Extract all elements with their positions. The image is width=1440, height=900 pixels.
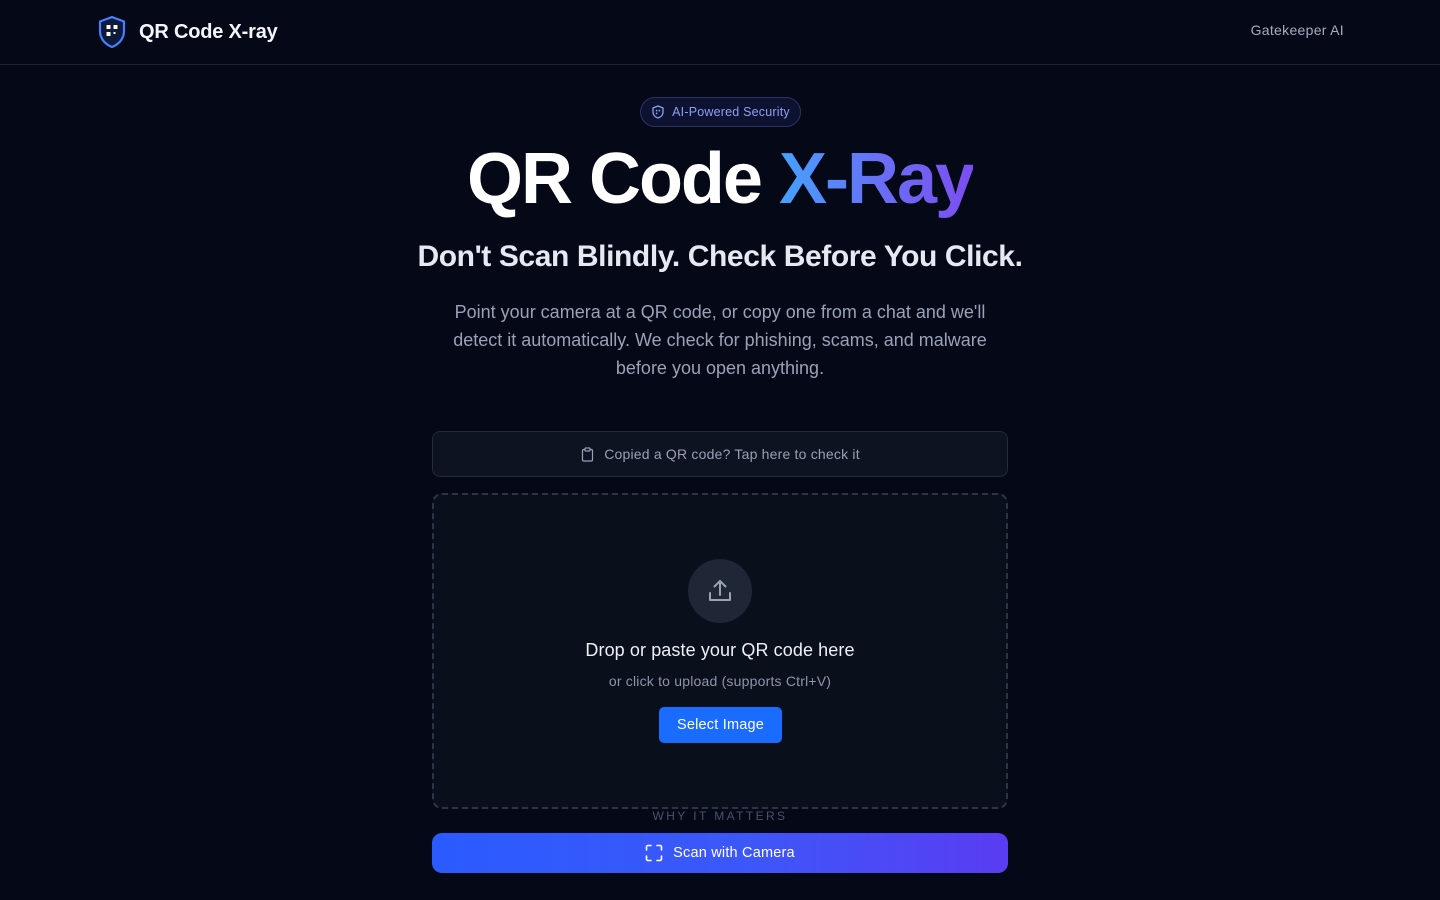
- scan-frame-icon: [645, 844, 663, 862]
- qr-dropzone[interactable]: Drop or paste your QR code here or click…: [432, 493, 1008, 809]
- dropzone-title: Drop or paste your QR code here: [585, 640, 855, 660]
- camera-button-label: Scan with Camera: [673, 845, 795, 861]
- select-image-button[interactable]: Select Image: [659, 707, 782, 743]
- paste-from-clipboard-button[interactable]: Copied a QR code? Tap here to check it: [432, 431, 1008, 477]
- scan-with-camera-button[interactable]: Scan with Camera: [432, 833, 1008, 873]
- brand-home-link[interactable]: QR Code X-ray: [97, 15, 278, 49]
- title-accent: X-Ray: [778, 139, 975, 219]
- gatekeeper-ai-link[interactable]: Gatekeeper AI: [1251, 22, 1344, 38]
- why-it-matters-label: WHY IT MATTERS: [652, 809, 788, 823]
- brand-title: QR Code X-ray: [139, 20, 278, 43]
- hero-description: Point your camera at a QR code, or copy …: [453, 302, 987, 378]
- clipboard-icon: [582, 446, 594, 462]
- upload-icon-container: [688, 559, 752, 623]
- top-navigation-bar: QR Code X-ray Gatekeeper AI: [0, 0, 1440, 65]
- page-title: QR Code X-Ray: [0, 134, 1440, 224]
- title-main: QR Code: [466, 139, 779, 219]
- shield-icon: [652, 105, 664, 119]
- dropzone-hint: or click to upload (supports Ctrl+V): [608, 673, 832, 689]
- page-subtitle: Don't Scan Blindly. Check Before You Cli…: [417, 240, 1023, 273]
- shield-logo-icon: [98, 15, 126, 49]
- ai-security-badge: AI-Powered Security: [640, 97, 801, 127]
- upload-icon: [709, 580, 731, 601]
- badge-label: AI-Powered Security: [672, 105, 790, 119]
- clipboard-label: Copied a QR code? Tap here to check it: [604, 446, 860, 462]
